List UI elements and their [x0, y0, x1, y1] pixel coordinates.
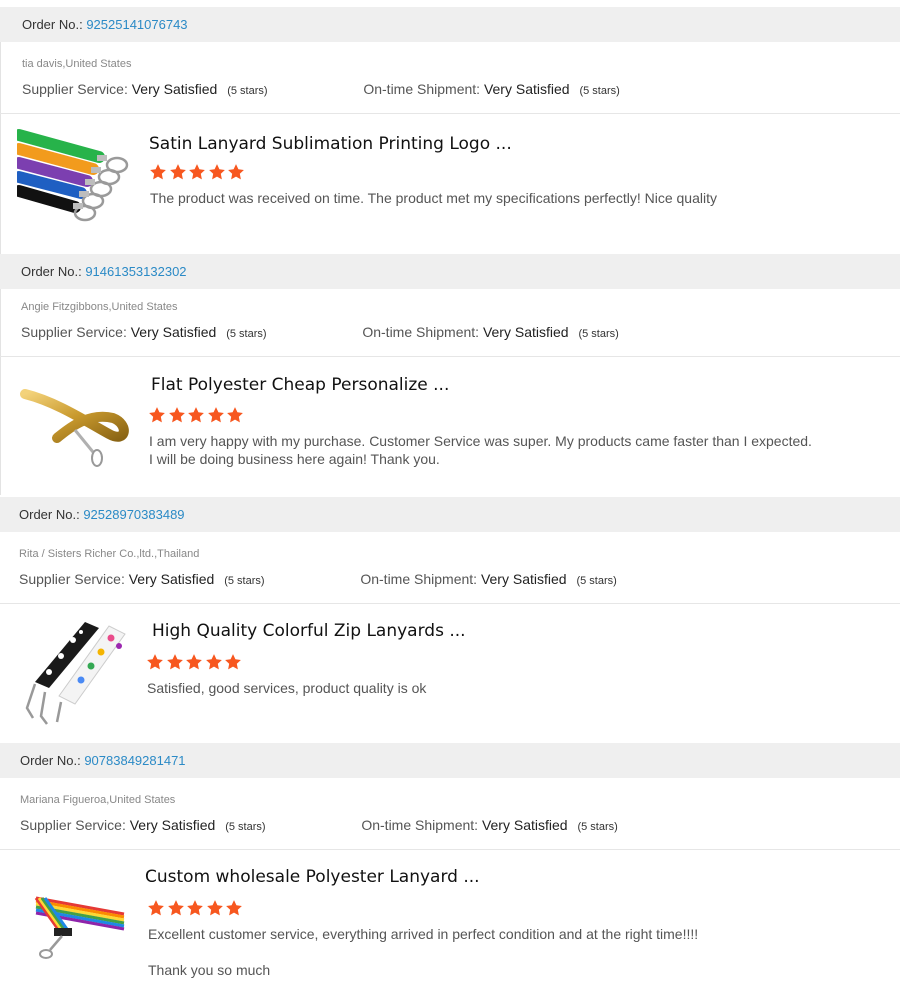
supplier-service-value: Very Satisfied — [128, 571, 215, 587]
star-icon — [227, 407, 243, 423]
divider — [0, 849, 900, 850]
star-icon — [186, 654, 202, 670]
ontime-shipment-stars: (5 stars) — [579, 85, 620, 97]
comment-line: Satisfied, good services, product qualit… — [147, 680, 427, 696]
star-icon — [188, 407, 204, 423]
supplier-service-stars: (5 stars) — [226, 328, 267, 340]
service-ratings: Supplier Service: Very Satisfied (5 star… — [22, 81, 620, 97]
divider — [0, 603, 900, 604]
star-icon — [226, 900, 242, 916]
comment-line: The product was received on time. The pr… — [150, 190, 717, 206]
star-icon — [206, 900, 223, 916]
paw-print-lanyards-icon[interactable] — [15, 618, 133, 728]
review-comment: Excellent customer service, everything a… — [148, 925, 698, 979]
star-icon — [148, 900, 164, 916]
supplier-service-label: Supplier Service: — [20, 817, 126, 833]
comment-line: Thank you so much — [148, 962, 271, 978]
service-ratings: Supplier Service: Very Satisfied (5 star… — [20, 817, 618, 833]
comment-line: Excellent customer service, everything a… — [148, 926, 699, 942]
comment-line: I will be doing business here again! Tha… — [149, 451, 440, 467]
product-title-link[interactable]: High Quality Colorful Zip Lanyards ... — [152, 621, 466, 641]
order-header: Order No.: 91461353132302 — [0, 254, 900, 289]
gold-lanyard-icon[interactable] — [17, 372, 135, 482]
buyer-name: tia davis,United States — [22, 58, 132, 70]
order-number-link[interactable]: 92528970383489 — [83, 507, 184, 522]
divider — [0, 356, 900, 357]
supplier-service-label: Supplier Service: — [22, 81, 128, 97]
review-comment: Satisfied, good services, product qualit… — [147, 679, 426, 697]
star-icon — [150, 164, 166, 180]
rainbow-lanyard-icon[interactable] — [20, 870, 138, 980]
order-header: Order No.: 90783849281471 — [0, 743, 900, 778]
review-comment: The product was received on time. The pr… — [150, 189, 717, 207]
ontime-shipment-value: Very Satisfied — [480, 571, 567, 587]
ontime-shipment-label: On-time Shipment: — [360, 571, 478, 587]
supplier-service-value: Very Satisfied — [130, 324, 217, 340]
order-number-link[interactable]: 90783849281471 — [84, 753, 185, 768]
star-icon — [187, 900, 203, 916]
ontime-shipment-stars: (5 stars) — [578, 328, 619, 340]
star-icon — [189, 164, 205, 180]
order-number-label: Order No.: — [22, 17, 83, 32]
supplier-service-stars: (5 stars) — [227, 85, 268, 97]
ontime-shipment-label: On-time Shipment: — [363, 81, 481, 97]
star-icon — [166, 654, 183, 670]
ontime-shipment-value: Very Satisfied — [483, 81, 570, 97]
comment-line — [148, 943, 698, 961]
product-title-link[interactable]: Custom wholesale Polyester Lanyard ... — [145, 867, 480, 887]
ontime-shipment-value: Very Satisfied — [481, 817, 568, 833]
order-number-link[interactable]: 92525141076743 — [86, 17, 187, 32]
star-rating — [148, 406, 246, 424]
star-icon — [208, 164, 225, 180]
service-ratings: Supplier Service: Very Satisfied (5 star… — [19, 571, 617, 587]
star-icon — [225, 654, 241, 670]
star-icon — [205, 654, 222, 670]
star-icon — [167, 900, 184, 916]
star-rating — [147, 899, 245, 917]
card-border — [0, 42, 1, 254]
star-icon — [168, 407, 185, 423]
star-icon — [149, 407, 165, 423]
star-icon — [228, 164, 244, 180]
review-comment: I am very happy with my purchase. Custom… — [149, 432, 812, 468]
supplier-service-stars: (5 stars) — [224, 575, 265, 587]
divider — [0, 113, 900, 114]
ontime-shipment-value: Very Satisfied — [482, 324, 569, 340]
ontime-shipment-stars: (5 stars) — [576, 575, 617, 587]
order-header: Order No.: 92525141076743 — [0, 7, 900, 42]
ontime-shipment-stars: (5 stars) — [577, 821, 618, 833]
star-icon — [207, 407, 224, 423]
buyer-name: Angie Fitzgibbons,United States — [21, 301, 178, 313]
buyer-name: Mariana Figueroa,United States — [20, 794, 176, 806]
order-number-label: Order No.: — [20, 753, 81, 768]
ontime-shipment-label: On-time Shipment: — [362, 324, 480, 340]
service-ratings: Supplier Service: Very Satisfied (5 star… — [21, 324, 619, 340]
ontime-shipment-label: On-time Shipment: — [361, 817, 479, 833]
card-border — [0, 289, 1, 495]
colorful-lanyards-icon[interactable] — [17, 127, 135, 237]
supplier-service-value: Very Satisfied — [129, 817, 216, 833]
order-number-link[interactable]: 91461353132302 — [85, 264, 186, 279]
product-title-link[interactable]: Flat Polyester Cheap Personalize ... — [151, 375, 449, 395]
order-header: Order No.: 92528970383489 — [0, 497, 900, 532]
supplier-service-value: Very Satisfied — [131, 81, 218, 97]
star-icon — [169, 164, 186, 180]
order-number-label: Order No.: — [19, 507, 80, 522]
buyer-name: Rita / Sisters Richer Co.,ltd.,Thailand — [19, 548, 200, 560]
supplier-service-stars: (5 stars) — [225, 821, 266, 833]
supplier-service-label: Supplier Service: — [19, 571, 125, 587]
comment-line: I am very happy with my purchase. Custom… — [149, 433, 812, 449]
product-title-link[interactable]: Satin Lanyard Sublimation Printing Logo … — [149, 134, 512, 154]
star-rating — [146, 653, 244, 671]
star-icon — [147, 654, 163, 670]
order-number-label: Order No.: — [21, 264, 82, 279]
supplier-service-label: Supplier Service: — [21, 324, 127, 340]
star-rating — [149, 163, 247, 181]
